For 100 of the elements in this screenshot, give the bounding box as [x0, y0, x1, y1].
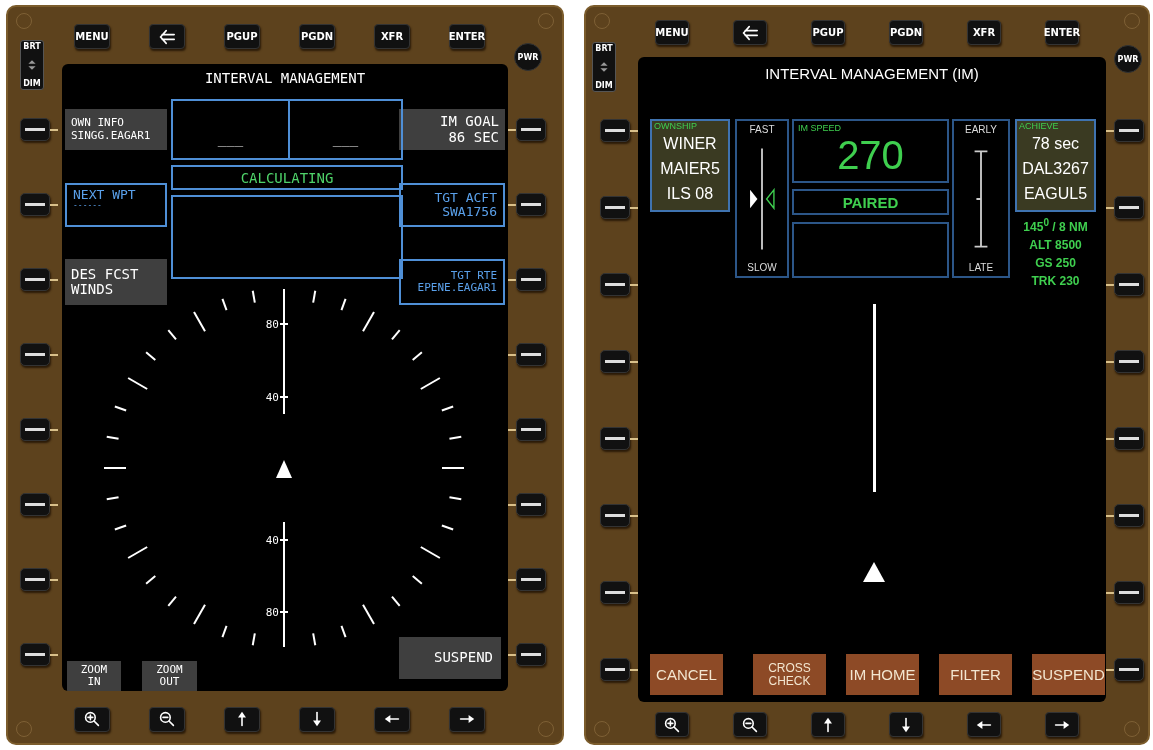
- line-select-key[interactable]: [1114, 504, 1144, 527]
- line-select-key[interactable]: [600, 196, 630, 219]
- soft-button[interactable]: ZOOM OUT: [142, 661, 197, 691]
- line-select-key[interactable]: [600, 427, 630, 450]
- rocker-label: DIM: [23, 79, 41, 88]
- key-button[interactable]: PGUP: [811, 20, 845, 45]
- key-button[interactable]: XFR: [967, 20, 1001, 45]
- soft-button[interactable]: IM HOME: [846, 654, 919, 695]
- line-select-label[interactable]: DES FCST WINDS: [65, 259, 167, 305]
- line-select-key[interactable]: [516, 193, 546, 216]
- line-select-label[interactable]: OWN INFO SINGG.EAGAR1: [65, 109, 167, 150]
- soft-button[interactable]: FILTER: [939, 654, 1012, 695]
- line-select-key[interactable]: [516, 493, 546, 516]
- brightness-rocker[interactable]: BRT DIM: [592, 42, 616, 92]
- box-label: OWNSHIP: [653, 121, 698, 131]
- line-select-key[interactable]: [1114, 196, 1144, 219]
- line-select-label[interactable]: IM GOAL 86 SEC: [399, 109, 505, 150]
- screen-title: INTERVAL MANAGEMENT: [203, 70, 367, 86]
- line-select-key[interactable]: [516, 418, 546, 441]
- key-button[interactable]: [967, 712, 1001, 737]
- label-value: EPENE.EAGAR1: [417, 282, 497, 295]
- zoom-in-icon: [84, 711, 100, 727]
- line-select-key[interactable]: [20, 268, 50, 291]
- line-select-key[interactable]: [20, 493, 50, 516]
- key-button[interactable]: [374, 706, 410, 732]
- line-select-label[interactable]: TGT ACFT SWA1756: [399, 183, 505, 227]
- label-text: DES FCST: [71, 266, 140, 282]
- key-button[interactable]: [74, 706, 110, 732]
- label-value: 86 SEC: [448, 129, 499, 145]
- label-value: WINDS: [71, 282, 115, 298]
- soft-button[interactable]: SUSPEND: [399, 637, 501, 679]
- key-button[interactable]: ENTER: [1045, 20, 1079, 45]
- line-select-key[interactable]: [516, 268, 546, 291]
- line-select-key[interactable]: [20, 343, 50, 366]
- power-button[interactable]: PWR: [1114, 45, 1142, 73]
- key-button[interactable]: [811, 712, 845, 737]
- current-speed-pointer-icon: [750, 189, 758, 208]
- key-button[interactable]: [224, 706, 260, 732]
- key-button[interactable]: [1045, 712, 1079, 737]
- line-select-key[interactable]: [516, 568, 546, 591]
- key-button[interactable]: [655, 712, 689, 737]
- scale-label: SLOW: [747, 262, 777, 273]
- label-text: NEXT WPT: [73, 188, 137, 203]
- line-select-key[interactable]: [516, 643, 546, 666]
- aircraft-symbol-icon: [276, 460, 292, 478]
- line-select-key[interactable]: [600, 581, 630, 604]
- key-button[interactable]: PGDN: [889, 20, 923, 45]
- soft-button[interactable]: CANCEL: [650, 654, 723, 695]
- line-select-key[interactable]: [600, 658, 630, 681]
- key-button[interactable]: [149, 24, 185, 49]
- line-select-key[interactable]: [1114, 350, 1144, 373]
- line-select-key[interactable]: [20, 193, 50, 216]
- target-speed-pointer-icon: [765, 187, 775, 210]
- key-button[interactable]: [889, 712, 923, 737]
- line-select-key[interactable]: [20, 118, 50, 141]
- status-text: CALCULATING: [240, 169, 334, 186]
- key-button[interactable]: XFR: [374, 24, 410, 49]
- line-select-key[interactable]: [20, 643, 50, 666]
- line-select-key[interactable]: [600, 273, 630, 296]
- scale-label: FAST: [749, 124, 775, 135]
- aircraft-symbol-icon: [863, 562, 885, 582]
- soft-button[interactable]: SUSPEND: [1032, 654, 1105, 695]
- box-label: ACHIEVE: [1018, 121, 1060, 131]
- box-value: DAL3267: [1021, 159, 1090, 179]
- scale-label: EARLY: [964, 124, 998, 135]
- power-button[interactable]: PWR: [514, 43, 542, 71]
- line-select-key[interactable]: [1114, 658, 1144, 681]
- key-button[interactable]: PGDN: [299, 24, 335, 49]
- key-button[interactable]: PGUP: [224, 24, 260, 49]
- line-select-key[interactable]: [516, 343, 546, 366]
- line-select-key[interactable]: [516, 118, 546, 141]
- double-left-arrow-icon: [742, 24, 758, 41]
- line-select-label[interactable]: NEXT WPT ------: [65, 183, 167, 227]
- line-select-key[interactable]: [600, 350, 630, 373]
- key-button[interactable]: MENU: [74, 24, 110, 49]
- screen-title: INTERVAL MANAGEMENT (IM): [764, 65, 980, 82]
- line-select-key[interactable]: [1114, 427, 1144, 450]
- key-button[interactable]: [449, 706, 485, 732]
- line-select-key[interactable]: [1114, 581, 1144, 604]
- line-select-key[interactable]: [1114, 273, 1144, 296]
- label-text: OWN INFO: [71, 117, 125, 130]
- brightness-rocker[interactable]: BRT DIM: [20, 40, 44, 90]
- box-value: MAIER5: [659, 159, 721, 179]
- line-select-key[interactable]: [600, 504, 630, 527]
- line-select-key[interactable]: [1114, 119, 1144, 142]
- target-detail-text: TRK 230: [1030, 273, 1081, 290]
- line-select-key[interactable]: [600, 119, 630, 142]
- line-select-key[interactable]: [20, 418, 50, 441]
- soft-button[interactable]: CROSS CHECK: [753, 654, 826, 695]
- line-select-label[interactable]: TGT RTE EPENE.EAGAR1: [399, 259, 505, 305]
- key-button[interactable]: ENTER: [449, 24, 485, 49]
- box-value: 78 sec: [1030, 134, 1081, 154]
- key-button[interactable]: [733, 20, 767, 45]
- key-button[interactable]: [149, 706, 185, 732]
- key-button[interactable]: [299, 706, 335, 732]
- line-select-key[interactable]: [20, 568, 50, 591]
- soft-button[interactable]: ZOOM IN: [67, 661, 121, 691]
- key-button[interactable]: [733, 712, 767, 737]
- double-left-arrow-icon: [159, 28, 175, 45]
- key-button[interactable]: MENU: [655, 20, 689, 45]
